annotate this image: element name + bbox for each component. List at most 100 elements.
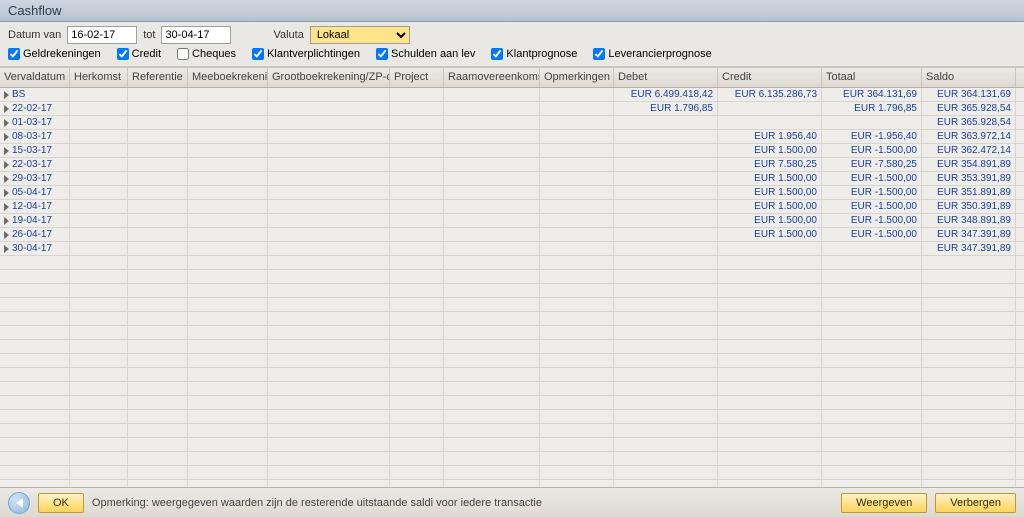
- grid: Vervaldatum Herkomst Referentie Meeboekr…: [0, 67, 1024, 487]
- col-meeboekrekening[interactable]: Meeboekrekening: [188, 68, 268, 87]
- table-row-empty: [0, 284, 1024, 298]
- date-cell[interactable]: 05-04-17: [12, 187, 52, 198]
- table-row-empty: [0, 480, 1024, 487]
- expand-icon[interactable]: [4, 105, 9, 113]
- table-row[interactable]: 12-04-17EUR 1.500,00EUR -1.500,00EUR 350…: [0, 200, 1024, 214]
- footer: OK Opmerking: weergegeven waarden zijn d…: [0, 487, 1024, 517]
- back-icon[interactable]: [8, 492, 30, 514]
- debet-cell: EUR 6.499.418,42: [614, 88, 718, 101]
- window: Cashflow Datum van tot Valuta Lokaal Gel…: [0, 0, 1024, 517]
- table-row[interactable]: 19-04-17EUR 1.500,00EUR -1.500,00EUR 348…: [0, 214, 1024, 228]
- expand-icon[interactable]: [4, 203, 9, 211]
- date-cell[interactable]: 22-03-17: [12, 159, 52, 170]
- table-row[interactable]: 30-04-17 EUR 347.391,89: [0, 242, 1024, 256]
- ok-button[interactable]: OK: [38, 493, 84, 513]
- date-cell[interactable]: 15-03-17: [12, 145, 52, 156]
- totaal-cell: EUR -1.956,40: [822, 130, 922, 143]
- debet-cell: [614, 200, 718, 213]
- footer-note: Opmerking: weergegeven waarden zijn de r…: [92, 497, 833, 509]
- currency-select[interactable]: Lokaal: [310, 26, 410, 44]
- table-row[interactable]: 01-03-17 EUR 365.928,54: [0, 116, 1024, 130]
- weergeven-button[interactable]: Weergeven: [841, 493, 927, 513]
- expand-icon[interactable]: [4, 217, 9, 225]
- window-title: Cashflow: [8, 3, 61, 18]
- col-totaal[interactable]: Totaal: [822, 68, 922, 87]
- date-cell[interactable]: 22-02-17: [12, 103, 52, 114]
- date-cell[interactable]: 19-04-17: [12, 215, 52, 226]
- col-credit[interactable]: Credit: [718, 68, 822, 87]
- table-row-empty: [0, 354, 1024, 368]
- date-cell[interactable]: 08-03-17: [12, 131, 52, 142]
- date-cell[interactable]: 12-04-17: [12, 201, 52, 212]
- table-row[interactable]: 15-03-17EUR 1.500,00EUR -1.500,00EUR 362…: [0, 144, 1024, 158]
- saldo-cell: EUR 362.472,14: [922, 144, 1016, 157]
- col-vervaldatum[interactable]: Vervaldatum: [0, 68, 70, 87]
- totaal-cell: EUR -1.500,00: [822, 172, 922, 185]
- date-cell[interactable]: 29-03-17: [12, 173, 52, 184]
- debet-cell: [614, 242, 718, 255]
- saldo-cell: EUR 365.928,54: [922, 116, 1016, 129]
- expand-icon[interactable]: [4, 161, 9, 169]
- credit-cell: EUR 1.956,40: [718, 130, 822, 143]
- saldo-cell: EUR 353.391,89: [922, 172, 1016, 185]
- col-raamovereenkomst[interactable]: Raamovereenkomst: [444, 68, 540, 87]
- date-cell[interactable]: 30-04-17: [12, 243, 52, 254]
- table-row-empty: [0, 410, 1024, 424]
- credit-cell: EUR 1.500,00: [718, 144, 822, 157]
- table-row[interactable]: 22-03-17EUR 7.580,25EUR -7.580,25EUR 354…: [0, 158, 1024, 172]
- totaal-cell: EUR -1.500,00: [822, 186, 922, 199]
- date-cell[interactable]: BS: [12, 89, 25, 100]
- date-from-input[interactable]: [67, 26, 137, 44]
- col-opmerkingen[interactable]: Opmerkingen: [540, 68, 614, 87]
- filter-panel: Datum van tot Valuta Lokaal Geldrekening…: [0, 22, 1024, 67]
- table-row[interactable]: BSEUR 6.499.418,42EUR 6.135.286,73EUR 36…: [0, 88, 1024, 102]
- cb-cheques[interactable]: Cheques: [177, 48, 236, 60]
- debet-cell: [614, 228, 718, 241]
- table-row[interactable]: 08-03-17EUR 1.956,40EUR -1.956,40EUR 363…: [0, 130, 1024, 144]
- col-project[interactable]: Project: [390, 68, 444, 87]
- totaal-cell: EUR 364.131,69: [822, 88, 922, 101]
- expand-icon[interactable]: [4, 189, 9, 197]
- col-grootboek[interactable]: Grootboekrekening/ZP-code: [268, 68, 390, 87]
- cb-klantverplichtingen[interactable]: Klantverplichtingen: [252, 48, 360, 60]
- col-saldo[interactable]: Saldo: [922, 68, 1016, 87]
- totaal-cell: [822, 116, 922, 129]
- col-debet[interactable]: Debet: [614, 68, 718, 87]
- table-row-empty: [0, 312, 1024, 326]
- expand-icon[interactable]: [4, 119, 9, 127]
- cb-geldrekeningen[interactable]: Geldrekeningen: [8, 48, 101, 60]
- cb-schulden[interactable]: Schulden aan lev: [376, 48, 475, 60]
- col-referentie[interactable]: Referentie: [128, 68, 188, 87]
- date-cell[interactable]: 01-03-17: [12, 117, 52, 128]
- expand-icon[interactable]: [4, 245, 9, 253]
- expand-icon[interactable]: [4, 147, 9, 155]
- table-row-empty: [0, 340, 1024, 354]
- saldo-cell: EUR 347.391,89: [922, 242, 1016, 255]
- date-cell[interactable]: 26-04-17: [12, 229, 52, 240]
- table-row-empty: [0, 368, 1024, 382]
- table-row[interactable]: 22-02-17EUR 1.796,85EUR 1.796,85EUR 365.…: [0, 102, 1024, 116]
- cb-klantprognose[interactable]: Klantprognose: [491, 48, 577, 60]
- expand-icon[interactable]: [4, 133, 9, 141]
- table-row-empty: [0, 256, 1024, 270]
- verbergen-button[interactable]: Verbergen: [935, 493, 1016, 513]
- credit-cell: EUR 1.500,00: [718, 214, 822, 227]
- col-herkomst[interactable]: Herkomst: [70, 68, 128, 87]
- table-row[interactable]: 05-04-17EUR 1.500,00EUR -1.500,00EUR 351…: [0, 186, 1024, 200]
- table-row[interactable]: 26-04-17EUR 1.500,00EUR -1.500,00EUR 347…: [0, 228, 1024, 242]
- saldo-cell: EUR 364.131,69: [922, 88, 1016, 101]
- debet-cell: [614, 172, 718, 185]
- date-to-input[interactable]: [161, 26, 231, 44]
- expand-icon[interactable]: [4, 231, 9, 239]
- expand-icon[interactable]: [4, 91, 9, 99]
- grid-body[interactable]: BSEUR 6.499.418,42EUR 6.135.286,73EUR 36…: [0, 88, 1024, 487]
- table-row-empty: [0, 396, 1024, 410]
- cb-credit[interactable]: Credit: [117, 48, 161, 60]
- expand-icon[interactable]: [4, 175, 9, 183]
- totaal-cell: EUR 1.796,85: [822, 102, 922, 115]
- date-to-label: tot: [143, 29, 155, 41]
- table-row[interactable]: 29-03-17EUR 1.500,00EUR -1.500,00EUR 353…: [0, 172, 1024, 186]
- table-row-empty: [0, 466, 1024, 480]
- table-row-empty: [0, 382, 1024, 396]
- cb-leverancierprognose[interactable]: Leverancierprognose: [593, 48, 711, 60]
